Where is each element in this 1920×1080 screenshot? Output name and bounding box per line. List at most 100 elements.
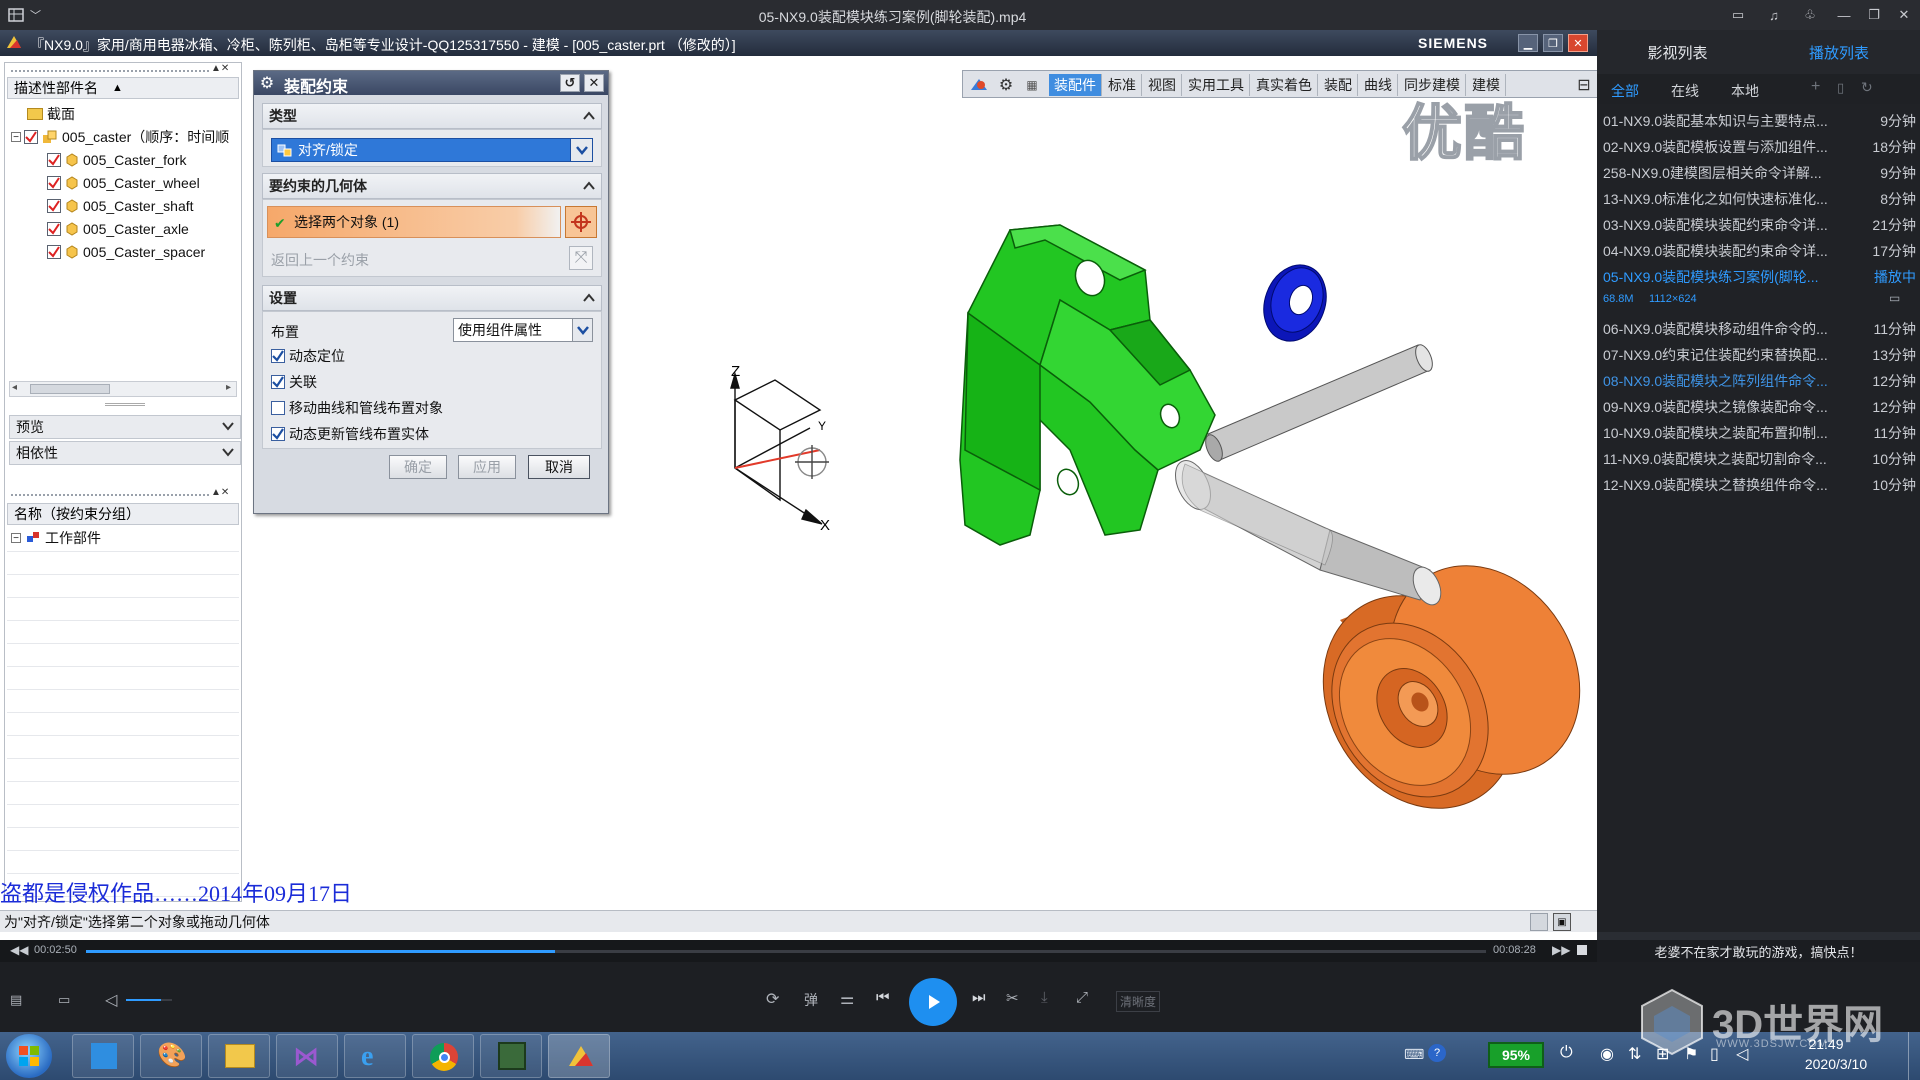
stop-icon[interactable]	[1577, 945, 1587, 955]
status-icon-b[interactable]: ▣	[1553, 913, 1571, 931]
playlist-item[interactable]: 13-NX9.0标准化之如何快速标准化... 8分钟	[1597, 184, 1920, 210]
taskbar-app-explorer[interactable]	[208, 1034, 270, 1078]
caster-fork[interactable]	[959, 224, 1216, 546]
battery-indicator[interactable]: 95%	[1488, 1042, 1544, 1068]
equalizer-icon[interactable]: ⚌	[840, 989, 854, 1009]
taskbar-app-chrome[interactable]	[412, 1034, 474, 1078]
filter-all[interactable]: 全部	[1611, 81, 1639, 101]
playlist-item-duration: 12分钟	[1872, 399, 1916, 415]
ie-icon: e	[361, 1041, 374, 1072]
wcs-triad[interactable]	[730, 371, 829, 525]
caster-wheel[interactable]	[1284, 530, 1597, 845]
clock-time[interactable]: 21:49	[1786, 1036, 1866, 1052]
volume-icon[interactable]: ◁	[105, 990, 117, 1010]
taskbar-app-visualstudio[interactable]: ⋈	[276, 1034, 338, 1078]
caster-axle[interactable]	[1202, 342, 1435, 463]
playlist-item[interactable]: 04-NX9.0装配模块装配约束命令详... 17分钟	[1597, 236, 1920, 262]
taskbar-app-3d[interactable]	[480, 1034, 542, 1078]
taskbar-app-nx[interactable]	[548, 1034, 610, 1078]
taskbar-app-ie[interactable]: e	[344, 1034, 406, 1078]
playlist-item[interactable]: 258-NX9.0建模图层相关命令详解... 9分钟	[1597, 158, 1920, 184]
taskbar-app-paint[interactable]: 🎨	[140, 1034, 202, 1078]
playlist-item[interactable]: 06-NX9.0装配模块移动组件命令的... 11分钟	[1597, 314, 1920, 340]
bell-icon[interactable]: ♫	[1763, 5, 1785, 25]
start-button[interactable]	[6, 1034, 52, 1078]
scissors-icon[interactable]: ✂	[1006, 989, 1019, 1007]
play-button[interactable]	[909, 978, 957, 1026]
tray-network-icon[interactable]: ⇅	[1628, 1044, 1641, 1064]
fullscreen-icon[interactable]: ⤢	[1076, 989, 1088, 1006]
caster-spacer[interactable]	[1253, 256, 1336, 350]
playlist-item-duration: 13分钟	[1872, 347, 1916, 363]
playlist-panel: 影视列表 播放列表 全部 在线 本地 + ▯ ↻ 01-NX9.0装配基本知识与…	[1597, 30, 1920, 940]
player-titlebar: ﹀ 05-NX9.0装配模块练习案例(脚轮装配).mp4 ▭ ♫ ♧ — ❐ ✕	[0, 0, 1920, 30]
tray-volume-icon[interactable]: ◁	[1736, 1044, 1748, 1064]
tab-playlist[interactable]: 播放列表	[1758, 30, 1920, 74]
open-folder-icon[interactable]: ▭	[1889, 291, 1900, 305]
show-desktop-button[interactable]	[1908, 1032, 1920, 1080]
player-title: 05-NX9.0装配模块练习案例(脚轮装配).mp4	[758, 9, 1027, 25]
tray-app-icon[interactable]: ◉	[1600, 1044, 1614, 1064]
playlist-item[interactable]: 02-NX9.0装配模板设置与添加组件... 18分钟	[1597, 132, 1920, 158]
skin-icon[interactable]: ♧	[1799, 5, 1821, 25]
file-icon[interactable]: ▯	[1837, 80, 1844, 96]
restore-icon[interactable]: ❐	[1863, 5, 1885, 25]
playlist-item[interactable]: 12-NX9.0装配模块之替换组件命令... 10分钟	[1597, 470, 1920, 496]
playlist-toggle-icon[interactable]: ▤	[10, 992, 22, 1008]
taskbar-app-metro[interactable]	[72, 1034, 134, 1078]
playlist-item[interactable]: 05-NX9.0装配模块练习案例(脚轮... 播放中	[1597, 262, 1920, 288]
nx-app-icon	[566, 1042, 596, 1072]
video-frame[interactable]: 『NX9.0』家用/商用电器冰箱、冷柜、陈列柜、岛柜等专业设计-QQ125317…	[0, 30, 1597, 940]
graphics-viewport[interactable]: Z X Y	[0, 30, 1597, 940]
playlist-item-title: 01-NX9.0装配基本知识与主要特点...	[1603, 113, 1828, 129]
loop-icon[interactable]: ⟳	[766, 989, 779, 1009]
playlist-item-duration: 9分钟	[1880, 113, 1916, 129]
tray-flag-icon[interactable]: ⚑	[1684, 1044, 1698, 1064]
progress-row: ◀◀ 00:02:50 00:08:28 ▶▶	[0, 940, 1597, 962]
playlist-item[interactable]: 08-NX9.0装配模块之阵列组件命令... 12分钟	[1597, 366, 1920, 392]
filter-local[interactable]: 本地	[1731, 81, 1759, 101]
fast-forward-icon[interactable]: ▶▶	[1552, 943, 1570, 957]
message-icon[interactable]: ▭	[1727, 5, 1749, 25]
volume-slider[interactable]	[126, 999, 172, 1001]
ad-banner[interactable]: 老婆不在家才敢玩的游戏，搞快点！	[1597, 940, 1920, 962]
playlist-item-duration: 21分钟	[1872, 217, 1916, 233]
playlist-item[interactable]: 09-NX9.0装配模块之镜像装配命令... 12分钟	[1597, 392, 1920, 418]
playlist-item-title: 10-NX9.0装配模块之装配布置抑制...	[1603, 425, 1828, 441]
status-icon-a[interactable]	[1530, 913, 1548, 931]
download-icon[interactable]: ⤓	[1041, 989, 1048, 1006]
previous-icon[interactable]: ⏮	[876, 989, 890, 1006]
tray-windows-icon[interactable]: ⊞	[1656, 1044, 1669, 1064]
playlist-item[interactable]: 11-NX9.0装配模块之装配切割命令... 10分钟	[1597, 444, 1920, 470]
refresh-icon[interactable]: ↻	[1861, 79, 1873, 96]
tray-help-icon[interactable]: ?	[1428, 1044, 1446, 1062]
tray-power-icon[interactable]: ⏻	[1560, 1044, 1573, 1062]
filter-online[interactable]: 在线	[1671, 81, 1699, 101]
next-icon[interactable]: ⏭	[972, 989, 986, 1006]
playlist-item-meta: 68.8M 1112×624 ▭	[1597, 288, 1920, 312]
add-icon[interactable]: +	[1811, 78, 1820, 96]
playlist-item[interactable]: 03-NX9.0装配模块装配约束命令详... 21分钟	[1597, 210, 1920, 236]
tray-device-icon[interactable]: ▯	[1710, 1044, 1719, 1064]
open-folder-icon[interactable]: ▭	[58, 992, 70, 1008]
danmaku-button[interactable]: 弹	[804, 990, 818, 1010]
playlist-item-title: 258-NX9.0建模图层相关命令详解...	[1603, 165, 1822, 181]
clock-date[interactable]: 2020/3/10	[1786, 1056, 1886, 1072]
playlist-item[interactable]: 10-NX9.0装配模块之装配布置抑制... 11分钟	[1597, 418, 1920, 444]
caster-shaft[interactable]	[1168, 455, 1446, 609]
close-icon[interactable]: ✕	[1893, 5, 1915, 25]
quality-button[interactable]: 清晰度	[1116, 991, 1161, 1012]
tray-keyboard-icon[interactable]: ⌨	[1404, 1046, 1424, 1063]
total-time: 00:08:28	[1493, 944, 1536, 956]
playlist-item-duration: 12分钟	[1872, 373, 1916, 389]
volume-fill	[126, 999, 161, 1001]
playlist-item[interactable]: 01-NX9.0装配基本知识与主要特点... 9分钟	[1597, 106, 1920, 132]
minimize-icon[interactable]: —	[1833, 5, 1855, 25]
paint-icon: 🎨	[157, 1042, 187, 1069]
progress-track[interactable]	[86, 950, 1486, 953]
rewind-icon[interactable]: ◀◀	[10, 943, 28, 957]
playlist-item[interactable]: 07-NX9.0约束记住装配约束替换配... 13分钟	[1597, 340, 1920, 366]
windows-taskbar: 🎨 ⋈ e ⌨ ? 95% ⏻ ◉ ⇅ ⊞ ⚑ ▯ ◁ 21:49 2020/3…	[0, 1032, 1920, 1080]
tab-media-list[interactable]: 影视列表	[1597, 30, 1758, 74]
screen: ﹀ 05-NX9.0装配模块练习案例(脚轮装配).mp4 ▭ ♫ ♧ — ❐ ✕…	[0, 0, 1920, 1080]
